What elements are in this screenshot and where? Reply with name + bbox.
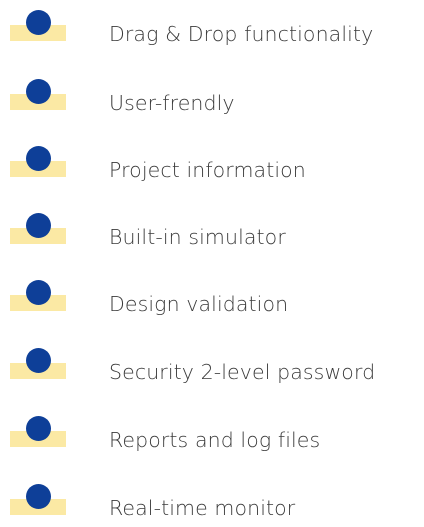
bullet-dot xyxy=(26,484,51,509)
feature-label: User-frendly xyxy=(109,91,235,115)
bullet-icon xyxy=(10,10,66,44)
feature-label: Real-time monitor xyxy=(109,496,296,520)
feature-label: Reports and log files xyxy=(109,428,321,452)
bullet-dot xyxy=(26,416,51,441)
feature-item: Drag & Drop functionality xyxy=(0,10,424,50)
feature-item: Built-in simulator xyxy=(0,213,424,253)
feature-item: Reports and log files xyxy=(0,416,424,456)
bullet-dot xyxy=(26,280,51,305)
bullet-dot xyxy=(26,213,51,238)
bullet-icon xyxy=(10,280,66,314)
feature-item: Design validation xyxy=(0,280,424,320)
feature-label: Design validation xyxy=(109,292,289,316)
bullet-icon xyxy=(10,79,66,113)
feature-item: Real-time monitor xyxy=(0,484,424,524)
bullet-dot xyxy=(26,10,51,35)
bullet-dot xyxy=(26,79,51,104)
bullet-icon xyxy=(10,213,66,247)
bullet-icon xyxy=(10,484,66,518)
bullet-dot xyxy=(26,146,51,171)
feature-item: Project information xyxy=(0,146,424,186)
feature-label: Drag & Drop functionality xyxy=(109,22,374,46)
bullet-dot xyxy=(26,348,51,373)
feature-item: User-frendly xyxy=(0,79,424,119)
bullet-icon xyxy=(10,146,66,180)
feature-label: Security 2-level password xyxy=(109,360,376,384)
feature-item: Security 2-level password xyxy=(0,348,424,388)
feature-label: Project information xyxy=(109,158,306,182)
bullet-icon xyxy=(10,348,66,382)
feature-label: Built-in simulator xyxy=(109,225,286,249)
bullet-icon xyxy=(10,416,66,450)
